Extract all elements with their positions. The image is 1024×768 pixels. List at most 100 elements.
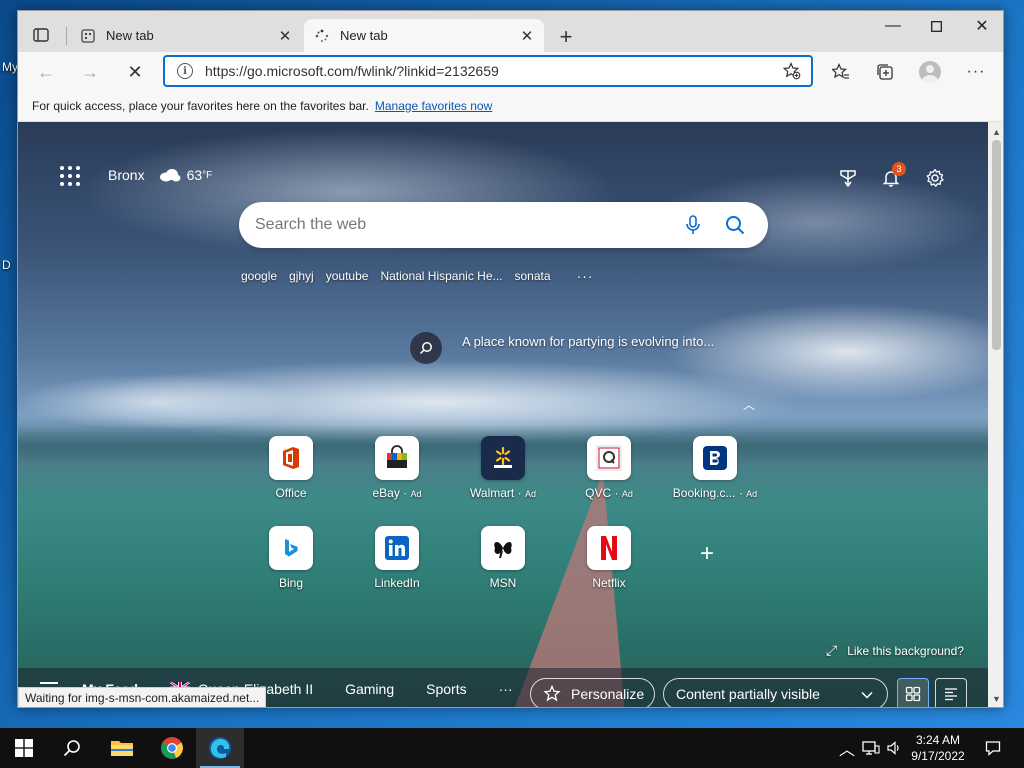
weather-location: Bronx: [108, 167, 145, 183]
manage-favorites-link[interactable]: Manage favorites now: [375, 99, 492, 113]
minimize-button[interactable]: —: [870, 11, 916, 41]
trending-more-button[interactable]: ···: [577, 268, 594, 284]
list-view-button[interactable]: [935, 678, 967, 707]
profile-button[interactable]: [915, 57, 945, 87]
tile-label: Office: [275, 486, 307, 500]
booking-icon: [693, 436, 737, 480]
forward-button[interactable]: →: [74, 56, 106, 88]
browser-window: New tab ✕ New tab ✕ + — ✕ ← → ✕ i https:…: [17, 10, 1004, 708]
tile-msn[interactable]: MSN: [458, 526, 548, 590]
tile-label: eBay · Ad: [372, 486, 422, 500]
address-bar[interactable]: i https://go.microsoft.com/fwlink/?linki…: [163, 55, 813, 87]
avatar: [919, 61, 941, 83]
edge-button[interactable]: [196, 728, 244, 768]
search-input[interactable]: [255, 216, 672, 234]
clock-date: 9/17/2022: [911, 749, 965, 763]
tab-close-icon[interactable]: ✕: [274, 25, 296, 47]
tile-label: Bing: [278, 576, 304, 590]
tile-ebay[interactable]: eBay · Ad: [352, 436, 442, 500]
tile-label: MSN: [489, 576, 517, 590]
tile-booking[interactable]: Booking.c... · Ad: [670, 436, 760, 500]
trending-item[interactable]: National Hispanic He...: [380, 269, 502, 283]
address-url[interactable]: https://go.microsoft.com/fwlink/?linkid=…: [205, 63, 781, 79]
scrollbar-thumb[interactable]: [992, 140, 1001, 350]
tab-new-tab-2[interactable]: New tab ✕: [304, 19, 544, 52]
notifications-button[interactable]: 3: [877, 162, 906, 192]
favorites-button[interactable]: [826, 57, 856, 87]
weather-temperature: 63: [186, 167, 203, 183]
tab-actions-button[interactable]: [24, 21, 58, 49]
close-window-button[interactable]: ✕: [959, 11, 1003, 41]
gear-icon: [926, 168, 944, 187]
trending-item[interactable]: sonata: [515, 269, 551, 283]
chrome-icon: [161, 737, 183, 759]
trending-item[interactable]: google: [241, 269, 277, 283]
grid-view-button[interactable]: [897, 678, 929, 707]
new-tab-button[interactable]: +: [552, 23, 580, 51]
app-launcher-icon[interactable]: [60, 166, 80, 186]
back-button[interactable]: ←: [30, 56, 62, 88]
personalize-icon: [543, 685, 561, 703]
tile-qvc[interactable]: QVC · Ad: [564, 436, 654, 500]
tab-new-tab-1[interactable]: New tab ✕: [70, 19, 302, 52]
maximize-button[interactable]: [913, 11, 959, 41]
scroll-up-arrow-icon[interactable]: ▲: [988, 124, 1003, 140]
volume-button[interactable]: [884, 728, 904, 768]
edge-icon: [209, 737, 231, 759]
scroll-down-arrow-icon[interactable]: ▼: [988, 691, 1003, 707]
background-headline[interactable]: A place known for partying is evolving i…: [410, 332, 722, 364]
settings-and-more-button[interactable]: ···: [961, 57, 991, 87]
desktop-icon-label-1[interactable]: My: [2, 60, 18, 74]
start-button[interactable]: [0, 728, 48, 768]
plus-icon: +: [559, 24, 573, 49]
add-favorite-icon[interactable]: [781, 62, 803, 80]
forward-arrow-icon: →: [81, 61, 99, 82]
show-hidden-icons-button[interactable]: ︿: [838, 728, 856, 768]
trending-item[interactable]: gjhyj: [289, 269, 314, 283]
tile-office[interactable]: Office: [246, 436, 336, 500]
site-info-icon[interactable]: i: [177, 63, 193, 79]
stop-loading-button[interactable]: ✕: [119, 56, 151, 88]
tab-title: New tab: [106, 28, 154, 43]
action-center-button[interactable]: [978, 728, 1008, 768]
tab-title: New tab: [340, 28, 388, 43]
page-settings-button[interactable]: [921, 164, 949, 192]
headline-text: A place known for partying is evolving i…: [462, 334, 715, 349]
feed-tab-sports[interactable]: Sports: [426, 681, 466, 697]
desktop-icon-label-2[interactable]: D: [2, 258, 11, 272]
content-visibility-dropdown[interactable]: Content partially visible: [663, 678, 888, 707]
feed-tab-gaming[interactable]: Gaming: [345, 681, 394, 697]
voice-search-button[interactable]: [672, 205, 714, 245]
office-icon: [269, 436, 313, 480]
favorites-icon: [832, 63, 849, 79]
search-box[interactable]: [239, 202, 768, 248]
weather-widget[interactable]: Bronx 63 °F: [108, 167, 212, 183]
add-site-button[interactable]: +: [700, 540, 714, 568]
trending-item[interactable]: youtube: [326, 269, 369, 283]
speaker-icon: [887, 741, 899, 755]
shopping-bag-icon: [375, 436, 419, 480]
file-explorer-button[interactable]: [98, 728, 146, 768]
page-scrollbar[interactable]: ▲ ▼: [988, 122, 1003, 707]
toolbar: ← → ✕ i https://go.microsoft.com/fwlink/…: [18, 52, 1003, 90]
feed-more-button[interactable]: ···: [499, 681, 513, 697]
search-button[interactable]: [714, 205, 756, 245]
like-background-button[interactable]: ⤢ Like this background?: [826, 642, 964, 659]
collections-button[interactable]: [870, 57, 900, 87]
tab-close-icon[interactable]: ✕: [516, 25, 538, 47]
rewards-button[interactable]: [834, 164, 862, 192]
tile-bing[interactable]: Bing: [246, 526, 336, 590]
network-button[interactable]: [860, 728, 882, 768]
taskbar-search-button[interactable]: [48, 728, 96, 768]
network-icon: [862, 741, 880, 755]
search-icon: [63, 740, 80, 757]
tile-netflix[interactable]: Netflix: [564, 526, 654, 590]
close-icon: ✕: [975, 18, 989, 35]
taskbar-clock[interactable]: 3:24 AM 9/17/2022: [903, 732, 973, 764]
tile-walmart[interactable]: Walmart · Ad: [458, 436, 548, 500]
tile-linkedin[interactable]: LinkedIn: [352, 526, 442, 590]
netflix-icon: [587, 526, 631, 570]
collapse-chevron-icon[interactable]: ︿: [743, 396, 755, 413]
personalize-button[interactable]: Personalize: [530, 678, 655, 707]
chrome-button[interactable]: [148, 728, 196, 768]
